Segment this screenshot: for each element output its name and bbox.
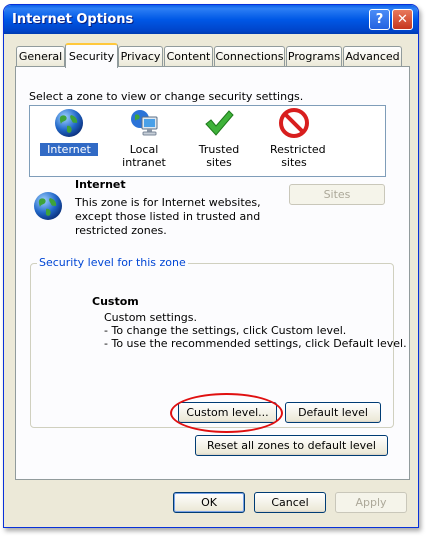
custom-level-button[interactable]: Custom level...: [178, 402, 277, 423]
computer-globe-icon: [131, 110, 158, 136]
apply-button[interactable]: Apply: [335, 492, 407, 513]
tab-privacy[interactable]: Privacy: [118, 46, 163, 66]
security-level-line: - To use the recommended settings, click…: [104, 337, 407, 350]
zone-local-intranet[interactable]: Local intranet: [107, 107, 181, 169]
security-level-line: Custom settings.: [104, 311, 198, 324]
default-level-button[interactable]: Default level: [285, 402, 381, 423]
zone-restricted-sites[interactable]: Restricted sites: [262, 107, 326, 169]
zone-description-line: restricted zones.: [75, 224, 167, 237]
checkmark-icon: [205, 110, 234, 136]
zone-instruction: Select a zone to view or change security…: [29, 90, 304, 103]
zone-internet[interactable]: Internet: [40, 107, 98, 156]
help-button[interactable]: ?: [369, 9, 390, 30]
security-level-description: Custom settings. - To change the setting…: [104, 311, 407, 350]
tab-connections[interactable]: Connections: [214, 46, 285, 66]
zone-label: Local intranet: [122, 143, 166, 169]
tab-advanced[interactable]: Advanced: [343, 46, 402, 66]
tab-content[interactable]: Content: [164, 46, 213, 66]
security-level-group-title: Security level for this zone: [37, 256, 188, 269]
globe-icon: [55, 109, 83, 137]
zone-description-line: This zone is for Internet websites,: [75, 196, 261, 209]
zone-name: Internet: [75, 178, 126, 191]
tab-general[interactable]: General: [16, 46, 65, 66]
window-title: Internet Options: [12, 12, 134, 27]
zone-trusted-sites[interactable]: Trusted sites: [185, 107, 253, 169]
title-bar[interactable]: Internet Options ? ✕: [4, 5, 418, 34]
zone-description-line: except those listed in trusted and: [75, 210, 261, 223]
tab-security[interactable]: Security: [65, 43, 118, 68]
restricted-icon: [279, 108, 309, 138]
cancel-button[interactable]: Cancel: [254, 492, 326, 513]
close-button[interactable]: ✕: [392, 9, 413, 30]
reset-all-zones-button[interactable]: Reset all zones to default level: [195, 435, 388, 456]
ok-button[interactable]: OK: [173, 492, 245, 513]
zone-label: Internet: [40, 143, 98, 156]
zone-label: Trusted sites: [198, 143, 240, 169]
zone-description: This zone is for Internet websites, exce…: [75, 196, 261, 238]
security-level-heading: Custom: [92, 295, 139, 308]
tab-programs[interactable]: Programs: [286, 46, 342, 66]
security-level-line: - To change the settings, click Custom l…: [104, 324, 347, 337]
zone-label: Restricted sites: [270, 143, 326, 169]
globe-icon: [34, 192, 62, 220]
sites-button[interactable]: Sites: [289, 184, 385, 205]
